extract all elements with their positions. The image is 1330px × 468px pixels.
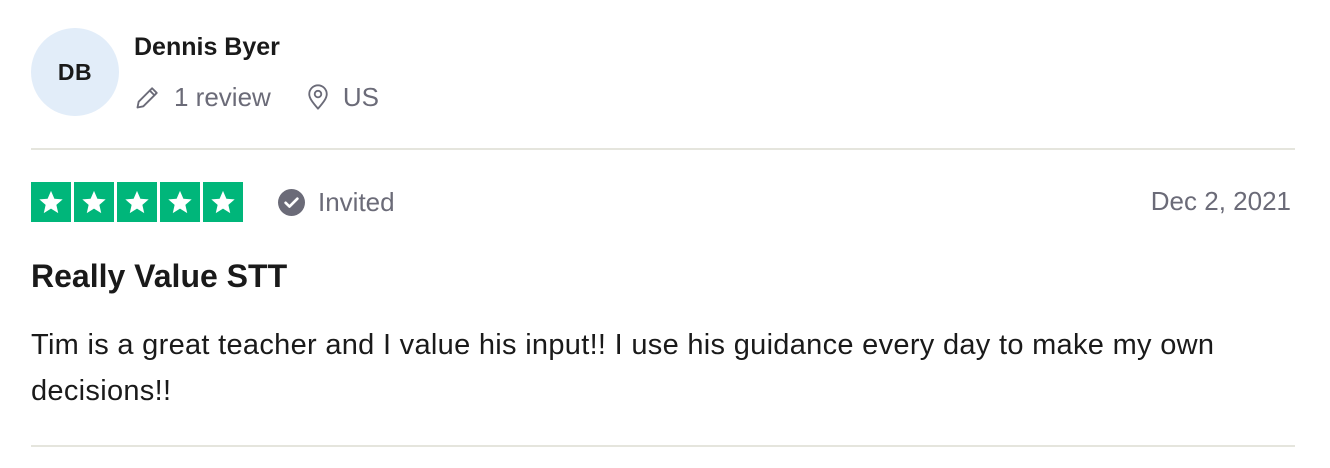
- header-divider: [31, 148, 1295, 150]
- check-circle-icon: [278, 188, 305, 216]
- pencil-icon: [136, 87, 158, 109]
- star-icon: [31, 182, 71, 222]
- reviewer-location: US: [305, 82, 379, 113]
- review-date: Dec 2, 2021: [1150, 186, 1291, 216]
- reviewer-name[interactable]: Dennis Byer: [134, 33, 280, 62]
- invited-label: Invited: [318, 186, 395, 217]
- review-card: DB Dennis Byer 1 review US Invited Dec 2…: [31, 0, 1295, 468]
- star-icon: [117, 182, 157, 222]
- avatar[interactable]: DB: [31, 28, 119, 116]
- location-label: US: [342, 81, 379, 112]
- invited-badge[interactable]: Invited: [278, 186, 395, 218]
- review-body: Tim is a great teacher and I value his i…: [31, 329, 1215, 407]
- review-count: 1 review: [134, 82, 271, 113]
- avatar-initials: DB: [57, 58, 93, 85]
- star-icon: [160, 182, 200, 222]
- footer-divider: [31, 445, 1295, 447]
- location-pin-icon: [308, 84, 328, 110]
- star-icon: [203, 182, 243, 222]
- review-title[interactable]: Really Value STT: [31, 258, 287, 295]
- star-icon: [74, 182, 114, 222]
- review-count-label: 1 review: [174, 81, 271, 112]
- star-rating: [31, 182, 243, 222]
- reviewer-meta: 1 review US: [134, 80, 379, 114]
